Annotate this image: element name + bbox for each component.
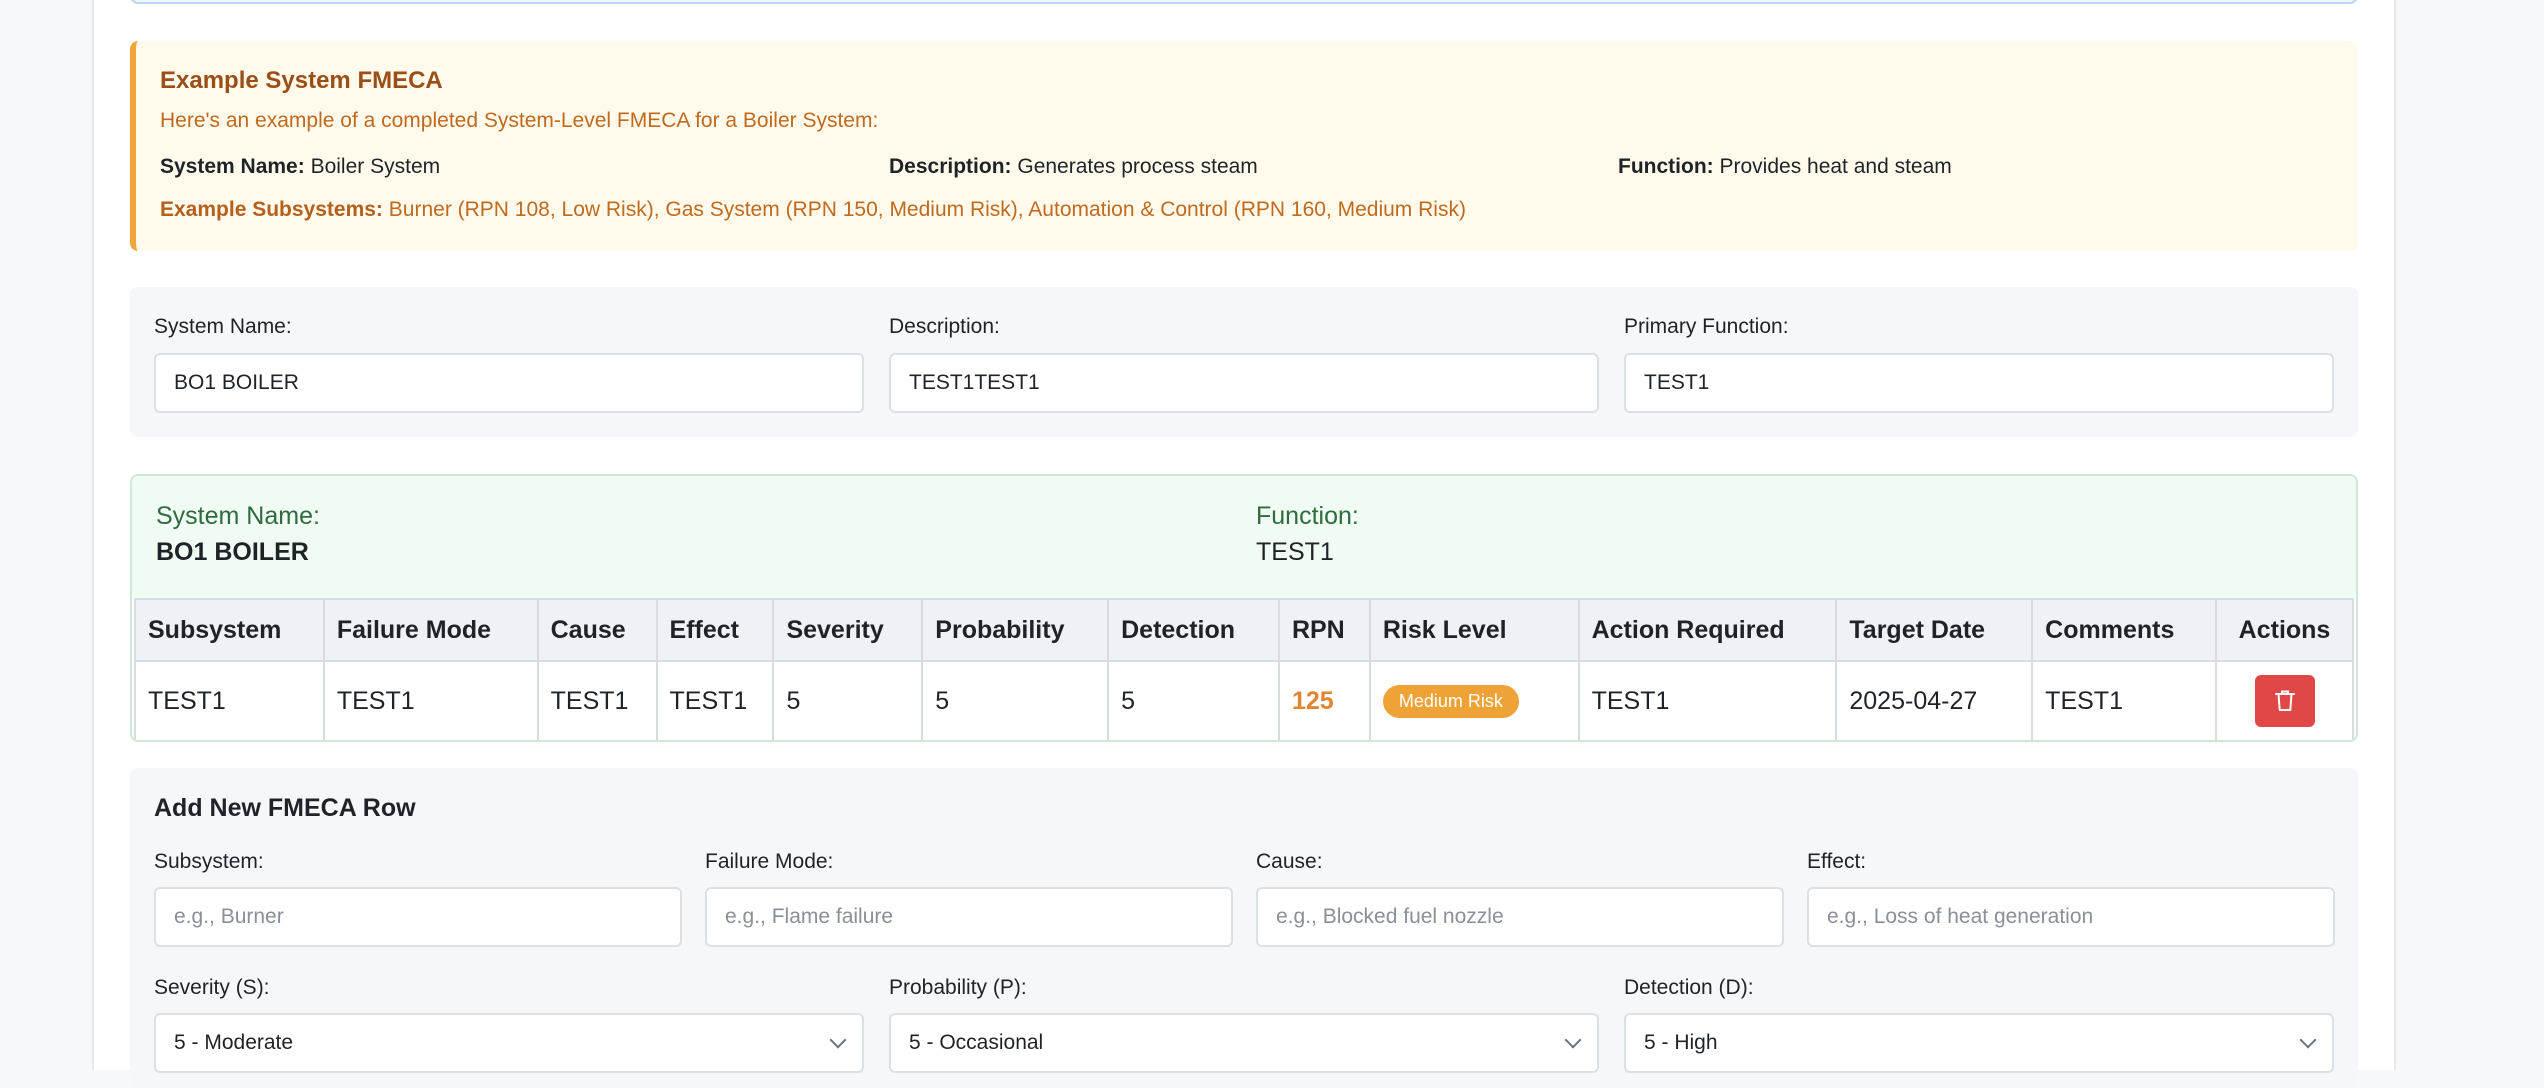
delete-row-button[interactable] xyxy=(2254,675,2315,727)
header-target-date: Target Date xyxy=(1835,598,2034,662)
header-cause: Cause xyxy=(536,598,658,662)
subsystem-label: Subsystem: xyxy=(154,850,264,873)
failure-mode-input[interactable]: e.g., Flame failure xyxy=(705,887,1233,947)
cell-cause: TEST1 xyxy=(536,660,658,740)
severity-select[interactable]: 5 - Moderate xyxy=(154,1013,864,1073)
severity-field-group: Severity (S): xyxy=(154,976,270,1000)
primary-function-field-group: Primary Function: xyxy=(1624,315,1789,339)
header-failure-mode: Failure Mode xyxy=(322,598,539,662)
failure-mode-label: Failure Mode: xyxy=(705,850,834,873)
probability-label: Probability (P): xyxy=(889,976,1027,999)
severity-label: Severity (S): xyxy=(154,976,270,999)
description-label: Description: xyxy=(889,315,1000,338)
effect-input[interactable]: e.g., Loss of heat generation xyxy=(1807,887,2335,947)
cell-rpn: 125 xyxy=(1277,660,1371,740)
cause-label: Cause: xyxy=(1256,850,1323,873)
example-details: System Name: Boiler System Description: … xyxy=(160,155,2350,179)
example-fmeca-callout: Example System FMECA Here's an example o… xyxy=(130,41,2358,251)
system-name-input[interactable]: BO1 BOILER xyxy=(154,353,864,413)
example-intro: Here's an example of a completed System-… xyxy=(160,109,879,132)
previous-panel-edge xyxy=(130,0,2358,4)
chevron-down-icon xyxy=(2299,1031,2317,1049)
cell-target-date: 2025-04-27 xyxy=(1835,660,2034,740)
fmeca-page: Example System FMECA Here's an example o… xyxy=(92,0,2396,1088)
header-comments: Comments xyxy=(2031,598,2217,662)
failure-mode-field-group: Failure Mode: xyxy=(705,850,833,874)
cell-probability: 5 xyxy=(921,660,1110,740)
example-subsystems: Example Subsystems: Burner (RPN 108, Low… xyxy=(160,198,1466,221)
subsystem-field-group: Subsystem: xyxy=(154,850,264,874)
add-form-title: Add New FMECA Row xyxy=(154,794,416,822)
example-title: Example System FMECA xyxy=(160,67,443,94)
summary-function-value: TEST1 xyxy=(1256,538,1334,566)
detection-select[interactable]: 5 - High xyxy=(1624,1013,2334,1073)
detection-label: Detection (D): xyxy=(1624,976,1754,999)
cause-field-group: Cause: xyxy=(1256,850,1323,874)
effect-field-group: Effect: xyxy=(1807,850,1866,874)
example-description: Description: Generates process steam xyxy=(889,155,1258,178)
description-field-group: Description: xyxy=(889,315,1000,339)
probability-field-group: Probability (P): xyxy=(889,976,1027,1000)
rpn-value: 125 xyxy=(1291,686,1334,715)
system-name-label: System Name: xyxy=(154,315,292,338)
probability-selected-value: 5 - Occasional xyxy=(909,1031,1044,1054)
summary-system-name-label: System Name: xyxy=(156,502,320,530)
description-input[interactable]: TEST1TEST1 xyxy=(889,353,1599,413)
header-rpn: RPN xyxy=(1277,598,1371,662)
cell-failure-mode: TEST1 xyxy=(322,660,539,740)
add-fmeca-row-form: Add New FMECA Row Subsystem: e.g., Burne… xyxy=(130,768,2358,1088)
subsystem-input[interactable]: e.g., Burner xyxy=(154,887,682,947)
cell-comments: TEST1 xyxy=(2031,660,2217,740)
header-probability: Probability xyxy=(921,598,1110,662)
fmeca-table: Subsystem Failure Mode Cause Effect Seve… xyxy=(134,598,2354,740)
summary-function-label: Function: xyxy=(1256,502,1359,530)
detection-field-group: Detection (D): xyxy=(1624,976,1754,1000)
primary-function-label: Primary Function: xyxy=(1624,315,1789,338)
header-action-required: Action Required xyxy=(1577,598,1838,662)
table-row: TEST1 TEST1 TEST1 TEST1 5 5 5 125 Medium… xyxy=(134,660,2354,740)
cell-subsystem: TEST1 xyxy=(134,660,325,740)
cell-risk-level: Medium Risk xyxy=(1368,660,1580,740)
example-system-name: System Name: Boiler System xyxy=(160,155,441,178)
cell-detection: 5 xyxy=(1107,660,1280,740)
cause-input[interactable]: e.g., Blocked fuel nozzle xyxy=(1256,887,1784,947)
example-function: Function: Provides heat and steam xyxy=(1618,155,1952,178)
summary-header: System Name: BO1 BOILER Function: TEST1 xyxy=(132,476,2356,598)
effect-label: Effect: xyxy=(1807,850,1867,873)
cell-effect: TEST1 xyxy=(655,660,775,740)
system-name-field-group: System Name: xyxy=(154,315,292,339)
header-effect: Effect xyxy=(655,598,775,662)
chevron-down-icon xyxy=(829,1031,847,1049)
header-detection: Detection xyxy=(1107,598,1280,662)
trash-icon xyxy=(2274,690,2295,711)
chevron-down-icon xyxy=(1564,1031,1582,1049)
primary-function-input[interactable]: TEST1 xyxy=(1624,353,2334,413)
system-info-form: System Name: BO1 BOILER Description: TES… xyxy=(130,287,2358,437)
header-actions: Actions xyxy=(2215,598,2354,662)
summary-system-name-value: BO1 BOILER xyxy=(156,538,309,566)
cell-actions xyxy=(2215,660,2354,740)
severity-selected-value: 5 - Moderate xyxy=(174,1031,294,1054)
cell-action-required: TEST1 xyxy=(1577,660,1838,740)
header-subsystem: Subsystem xyxy=(134,598,325,662)
header-severity: Severity xyxy=(772,598,924,662)
cell-severity: 5 xyxy=(772,660,924,740)
table-header-row: Subsystem Failure Mode Cause Effect Seve… xyxy=(134,598,2354,662)
probability-select[interactable]: 5 - Occasional xyxy=(889,1013,1599,1073)
header-risk-level: Risk Level xyxy=(1368,598,1580,662)
fmeca-summary-panel: System Name: BO1 BOILER Function: TEST1 … xyxy=(130,474,2358,742)
detection-selected-value: 5 - High xyxy=(1644,1031,1718,1054)
risk-level-badge: Medium Risk xyxy=(1382,684,1519,718)
